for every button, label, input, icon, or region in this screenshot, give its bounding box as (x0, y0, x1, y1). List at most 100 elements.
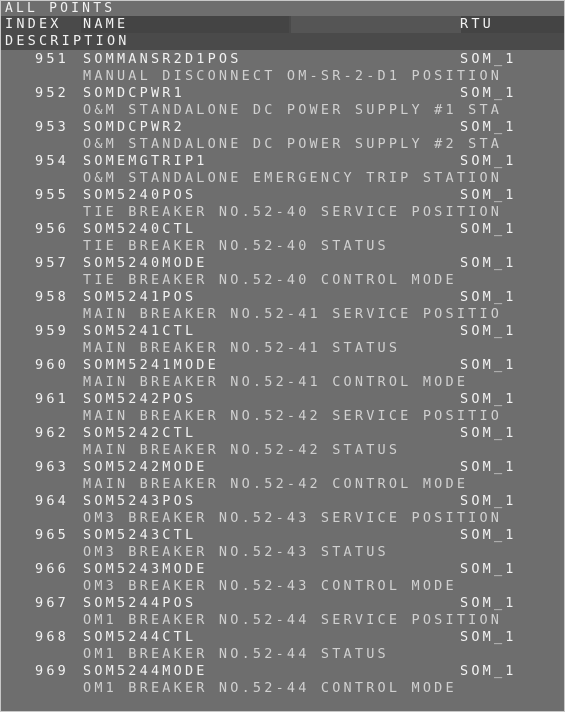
point-description: OM1 BREAKER NO.52-44 CONTROL MODE (83, 680, 457, 696)
all-points-window: ALL POINTS INDEX NAME RTU DESCRIPTION 95… (0, 0, 565, 712)
points-list: 951 SOMMANSR2D1POS SOM_1 MANUAL DISCONNECT … (1, 50, 564, 696)
point-rtu: SOM_1 (460, 255, 517, 271)
spacer-header-box (291, 16, 461, 33)
point-index: 961 (35, 391, 69, 407)
point-description: TIE BREAKER NO.52-40 STATUS (83, 238, 389, 254)
point-row[interactable]: 951 SOMMANSR2D1POS SOM_1 MANUAL DISCONNECT … (1, 50, 564, 84)
point-description: OM1 BREAKER NO.52-44 STATUS (83, 646, 389, 662)
point-rtu: SOM_1 (460, 85, 517, 101)
name-column-header[interactable]: NAME (83, 16, 128, 33)
point-row[interactable]: 965 SOM5243CTL SOM_1 OM3 BREAKER NO.52-43 S… (1, 526, 564, 560)
point-rtu: SOM_1 (460, 493, 517, 509)
point-description: OM1 BREAKER NO.52-44 SERVICE POSITION (83, 612, 503, 628)
point-index: 969 (35, 663, 69, 679)
point-row[interactable]: 955 SOM5240POS SOM_1 TIE BREAKER NO.52-40 S… (1, 186, 564, 220)
point-rtu: SOM_1 (460, 323, 517, 339)
point-name: SOM5242CTL (83, 425, 197, 441)
point-index: 957 (35, 255, 69, 271)
point-row[interactable]: 956 SOM5240CTL SOM_1 TIE BREAKER NO.52-40 S… (1, 220, 564, 254)
point-index: 960 (35, 357, 69, 373)
point-description: OM3 BREAKER NO.52-43 CONTROL MODE (83, 578, 457, 594)
point-row[interactable]: 961 SOM5242POS SOM_1 MAIN BREAKER NO.52-42 … (1, 390, 564, 424)
point-description: TIE BREAKER NO.52-40 SERVICE POSITION (83, 204, 503, 220)
point-rtu: SOM_1 (460, 459, 517, 475)
point-rtu: SOM_1 (460, 221, 517, 237)
point-index: 958 (35, 289, 69, 305)
point-rtu: SOM_1 (460, 595, 517, 611)
point-description: O&M STANDALONE DC POWER SUPPLY #2 STA (83, 136, 503, 152)
point-rtu: SOM_1 (460, 51, 517, 67)
point-description: MAIN BREAKER NO.52-42 CONTROL MODE (83, 476, 469, 492)
point-name: SOM5240POS (83, 187, 197, 203)
point-name: SOM5242POS (83, 391, 197, 407)
point-row[interactable]: 954 SOMEMGTRIP1 SOM_1 O&M STANDALONE EMERGE… (1, 152, 564, 186)
point-row[interactable]: 964 SOM5243POS SOM_1 OM3 BREAKER NO.52-43 S… (1, 492, 564, 526)
window-title: ALL POINTS (5, 1, 116, 16)
point-index: 953 (35, 119, 69, 135)
point-name: SOMMANSR2D1POS (83, 51, 242, 67)
point-name: SOM5242MODE (83, 459, 208, 475)
point-row[interactable]: 958 SOM5241POS SOM_1 MAIN BREAKER NO.52-41 … (1, 288, 564, 322)
point-description: MAIN BREAKER NO.52-42 STATUS (83, 442, 401, 458)
point-name: SOM5241CTL (83, 323, 197, 339)
point-rtu: SOM_1 (460, 289, 517, 305)
point-description: MANUAL DISCONNECT OM-SR-2-D1 POSITION (83, 68, 503, 84)
point-index: 967 (35, 595, 69, 611)
point-index: 955 (35, 187, 69, 203)
point-name: SOMDCPWR2 (83, 119, 185, 135)
rtu-column-header[interactable]: RTU (460, 16, 494, 33)
point-index: 964 (35, 493, 69, 509)
point-description: TIE BREAKER NO.52-40 CONTROL MODE (83, 272, 457, 288)
point-description: OM3 BREAKER NO.52-43 STATUS (83, 544, 389, 560)
point-rtu: SOM_1 (460, 527, 517, 543)
point-description: OM3 BREAKER NO.52-43 SERVICE POSITION (83, 510, 503, 526)
point-rtu: SOM_1 (460, 561, 517, 577)
description-column-header[interactable]: DESCRIPTION (5, 33, 130, 50)
point-index: 956 (35, 221, 69, 237)
column-header: INDEX NAME RTU DESCRIPTION (1, 16, 564, 50)
point-description: O&M STANDALONE DC POWER SUPPLY #1 STA (83, 102, 503, 118)
point-name: SOM5243CTL (83, 527, 197, 543)
point-name: SOM5244CTL (83, 629, 197, 645)
point-index: 952 (35, 85, 69, 101)
point-name: SOM5240MODE (83, 255, 208, 271)
point-row[interactable]: 960 SOMM5241MODE SOM_1 MAIN BREAKER NO.52-4… (1, 356, 564, 390)
point-index: 962 (35, 425, 69, 441)
point-name: SOMEMGTRIP1 (83, 153, 208, 169)
point-name: SOM5241POS (83, 289, 197, 305)
point-description: O&M STANDALONE EMERGENCY TRIP STATION (83, 170, 503, 186)
point-index: 954 (35, 153, 69, 169)
point-row[interactable]: 963 SOM5242MODE SOM_1 MAIN BREAKER NO.52-42… (1, 458, 564, 492)
point-name: SOMM5241MODE (83, 357, 219, 373)
point-name: SOM5243POS (83, 493, 197, 509)
point-rtu: SOM_1 (460, 357, 517, 373)
point-index: 959 (35, 323, 69, 339)
point-rtu: SOM_1 (460, 119, 517, 135)
point-name: SOM5243MODE (83, 561, 208, 577)
point-rtu: SOM_1 (460, 425, 517, 441)
point-rtu: SOM_1 (460, 629, 517, 645)
point-row[interactable]: 962 SOM5242CTL SOM_1 MAIN BREAKER NO.52-42 … (1, 424, 564, 458)
point-row[interactable]: 967 SOM5244POS SOM_1 OM1 BREAKER NO.52-44 S… (1, 594, 564, 628)
point-index: 968 (35, 629, 69, 645)
point-rtu: SOM_1 (460, 663, 517, 679)
point-row[interactable]: 957 SOM5240MODE SOM_1 TIE BREAKER NO.52-40 … (1, 254, 564, 288)
point-rtu: SOM_1 (460, 391, 517, 407)
point-row[interactable]: 968 SOM5244CTL SOM_1 OM1 BREAKER NO.52-44 S… (1, 628, 564, 662)
point-row[interactable]: 952 SOMDCPWR1 SOM_1 O&M STANDALONE DC POWER… (1, 84, 564, 118)
index-column-header[interactable]: INDEX (5, 16, 62, 33)
point-row[interactable]: 966 SOM5243MODE SOM_1 OM3 BREAKER NO.52-43 … (1, 560, 564, 594)
point-index: 951 (35, 51, 69, 67)
point-name: SOMDCPWR1 (83, 85, 185, 101)
point-row[interactable]: 953 SOMDCPWR2 SOM_1 O&M STANDALONE DC POWER… (1, 118, 564, 152)
point-index: 963 (35, 459, 69, 475)
point-description: MAIN BREAKER NO.52-41 STATUS (83, 340, 401, 356)
point-row[interactable]: 959 SOM5241CTL SOM_1 MAIN BREAKER NO.52-41 … (1, 322, 564, 356)
point-name: SOM5244MODE (83, 663, 208, 679)
point-row[interactable]: 969 SOM5244MODE SOM_1 OM1 BREAKER NO.52-44 … (1, 662, 564, 696)
point-index: 966 (35, 561, 69, 577)
point-description: MAIN BREAKER NO.52-41 SERVICE POSITIO (83, 306, 503, 322)
point-description: MAIN BREAKER NO.52-42 SERVICE POSITIO (83, 408, 503, 424)
point-name: SOM5244POS (83, 595, 197, 611)
point-rtu: SOM_1 (460, 187, 517, 203)
